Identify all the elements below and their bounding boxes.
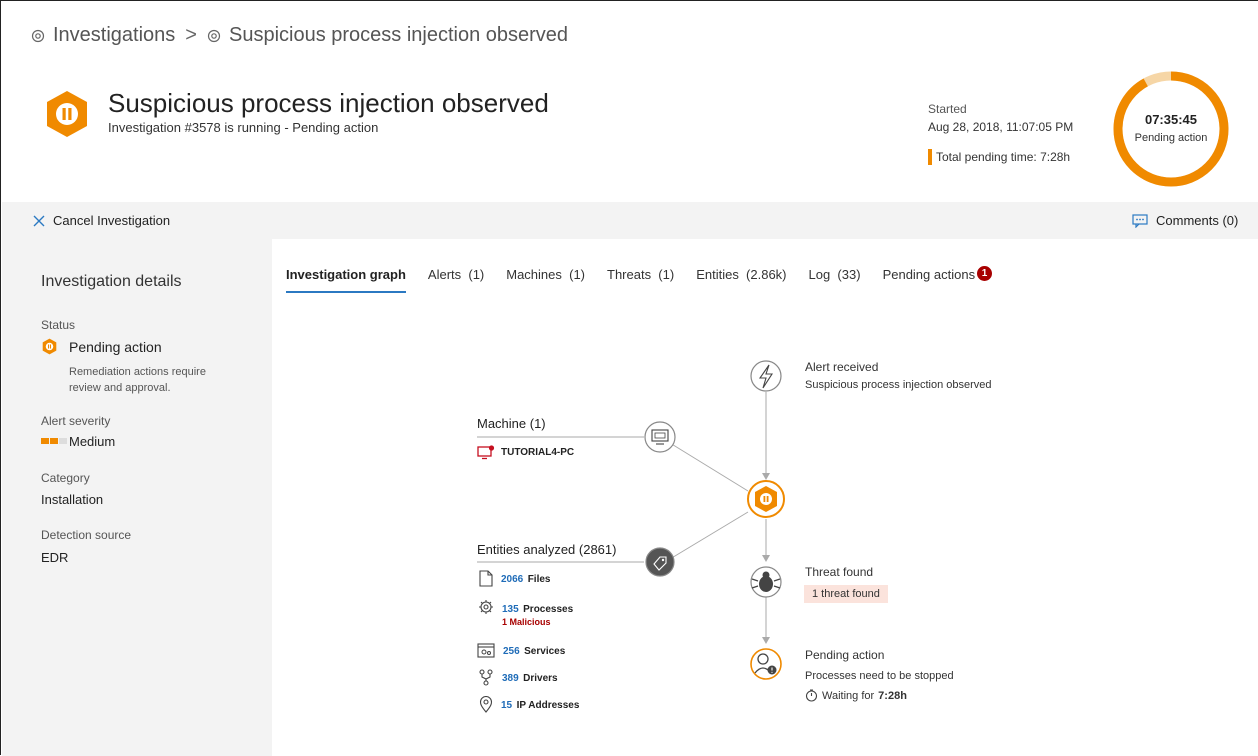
drivers-label: Drivers [523, 673, 558, 684]
computer-icon [477, 445, 495, 460]
pending-action-node[interactable] [750, 648, 782, 680]
investigation-center-node[interactable] [747, 480, 785, 518]
cancel-investigation-label: Cancel Investigation [53, 213, 171, 228]
comments-button[interactable]: Comments (0) [1132, 213, 1238, 228]
processes-label: Processes [523, 604, 574, 615]
detection-source-value: EDR [41, 550, 69, 565]
investigation-graph [477, 360, 785, 680]
machine-title: Machine (1) [477, 416, 546, 431]
timer-status: Pending action [1134, 132, 1208, 144]
details-heading: Investigation details [41, 273, 182, 290]
gear-icon [479, 600, 493, 614]
breadcrumb-current: Suspicious process injection observed [228, 24, 569, 46]
total-pending-time: Total pending time: 7:28h [928, 149, 1070, 165]
pending-indicator [928, 149, 932, 165]
tab-alerts[interactable]: Alerts (1) [428, 267, 484, 293]
tab-log[interactable]: Log (33) [809, 267, 861, 293]
detection-source-label: Detection source [41, 528, 132, 542]
investigation-page: Investigations > Suspicious process inje… [0, 0, 1258, 756]
files-count: 2066 [501, 574, 524, 585]
services-icon [477, 642, 495, 658]
files-label: Files [527, 574, 551, 585]
command-bar [2, 202, 1258, 239]
timer-value: 07:35:45 [1144, 112, 1198, 127]
status-label: Status [41, 318, 76, 332]
drivers-item[interactable]: 389 Drivers [478, 668, 558, 686]
started-label: Started [928, 102, 967, 116]
waiting-time: Waiting for 7:28h [805, 689, 907, 702]
severity-label: Alert severity [41, 414, 111, 428]
waiting-value: 7:28h [878, 689, 907, 702]
machine-node[interactable] [644, 421, 676, 453]
tab-pending-actions[interactable]: Pending actions 1 [882, 266, 993, 293]
investigation-icon [207, 29, 221, 42]
pending-actions-badge: 1 [977, 266, 993, 281]
alert-description: Suspicious process injection observed [805, 379, 992, 391]
ip-addresses-item[interactable]: 15 IP Addresses [479, 695, 579, 713]
threat-node[interactable] [750, 566, 782, 598]
timer-icon [805, 689, 818, 702]
machine-item[interactable]: TUTORIAL4-PC [477, 445, 574, 460]
tab-pending-actions-label: Pending actions [882, 267, 976, 282]
processes-item[interactable]: 135 Processes 1 Malicious [478, 599, 573, 627]
location-pin-icon [479, 695, 493, 713]
file-icon [479, 569, 493, 587]
services-label: Services [524, 646, 566, 657]
waiting-prefix: Waiting for [822, 689, 875, 702]
alert-node[interactable] [750, 360, 782, 392]
total-pending-text: Total pending time: 7:28h [936, 150, 1071, 164]
entities-node[interactable] [645, 547, 675, 577]
timer-ring [1113, 71, 1229, 187]
breadcrumb-separator: > [185, 24, 197, 46]
cancel-investigation-button[interactable]: Cancel Investigation [33, 213, 170, 228]
status-description: Remediation actions require review and a… [69, 366, 206, 394]
machine-name: TUTORIAL4-PC [501, 447, 575, 458]
category-value: Installation [41, 492, 104, 507]
started-value: Aug 28, 2018, 11:07:05 PM [928, 120, 1074, 134]
page-subtitle: Investigation #3578 is running - Pending… [108, 120, 379, 135]
tab-bar: Investigation graph Alerts (1) Machines … [286, 266, 1014, 293]
services-count: 256 [503, 646, 520, 657]
processes-count: 135 [502, 604, 519, 615]
tab-entities[interactable]: Entities (2.86k) [696, 267, 786, 293]
tab-machines[interactable]: Machines (1) [506, 267, 585, 293]
tab-investigation-graph[interactable]: Investigation graph [286, 267, 406, 293]
threat-count-chip[interactable]: 1 threat found [804, 585, 888, 603]
category-label: Category [41, 471, 90, 485]
severity-indicator [41, 438, 67, 444]
severity-value: Medium [69, 434, 116, 449]
threat-title: Threat found [805, 565, 874, 579]
comment-icon [1132, 213, 1148, 228]
comments-label: Comments (0) [1156, 213, 1239, 228]
ip-label: IP Addresses [516, 700, 580, 711]
close-icon [33, 215, 45, 226]
page-title: Suspicious process injection observed [108, 88, 549, 118]
investigation-status-icon [47, 91, 87, 137]
services-item[interactable]: 256 Services [477, 641, 565, 659]
driver-icon [479, 668, 493, 686]
pending-action-title: Pending action [805, 648, 885, 662]
alert-title: Alert received [805, 360, 879, 374]
files-item[interactable]: 2066 Files [479, 569, 551, 587]
drivers-count: 389 [502, 673, 519, 684]
breadcrumb-root[interactable]: Investigations [53, 24, 175, 47]
ip-count: 15 [501, 700, 513, 711]
processes-malicious: 1 Malicious [502, 617, 551, 627]
pending-status-icon [42, 338, 57, 355]
status-value: Pending action [69, 339, 162, 355]
pending-action-description: Processes need to be stopped [805, 670, 954, 682]
breadcrumb: Investigations > Suspicious process inje… [31, 24, 568, 47]
entities-title: Entities analyzed (2861) [477, 542, 617, 557]
tab-threats[interactable]: Threats (1) [607, 267, 674, 293]
investigation-icon [31, 29, 45, 42]
